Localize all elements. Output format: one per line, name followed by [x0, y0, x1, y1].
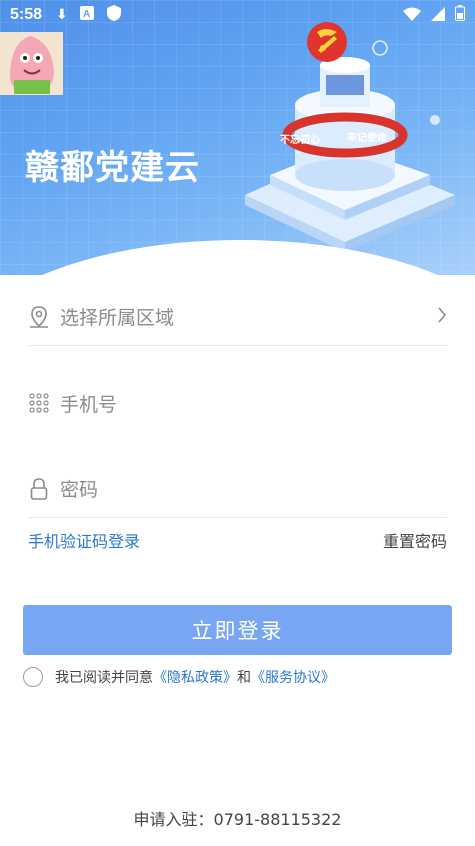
- phone-placeholder: 手机号: [60, 393, 118, 416]
- wifi-icon: [403, 6, 421, 25]
- status-time: 5:58: [10, 6, 43, 23]
- apply-contact: 申请入驻：0791-88115322: [133, 810, 342, 829]
- app-title: 赣鄱党建云: [25, 148, 200, 188]
- agreement-prefix: 我已阅读并同意: [55, 670, 153, 686]
- shield-icon: [106, 4, 122, 26]
- svg-text:A: A: [83, 9, 90, 20]
- reset-password-link[interactable]: 重置密码: [383, 528, 447, 552]
- login-links: 手机验证码登录 重置密码: [28, 528, 447, 552]
- battery-icon: [455, 5, 465, 25]
- phone-input[interactable]: 手机号: [28, 374, 447, 432]
- privacy-policy-link[interactable]: 《隐私政策》: [153, 667, 237, 687]
- font-icon: A: [79, 6, 94, 24]
- lock-icon: [28, 477, 50, 500]
- download-icon: ⬇: [56, 7, 68, 23]
- sms-login-link[interactable]: 手机验证码登录: [28, 528, 140, 552]
- region-placeholder: 选择所属区域: [60, 307, 175, 329]
- region-selector[interactable]: 选择所属区域: [28, 288, 447, 346]
- password-placeholder: 密码: [60, 479, 99, 501]
- agreement-radio[interactable]: [23, 667, 43, 687]
- header-banner: 不忘初心 牢记使命: [0, 0, 475, 275]
- party-building-illustration: 不忘初心 牢记使命: [245, 22, 455, 250]
- location-pin-icon: [28, 305, 50, 328]
- status-bar: 5:58 ⬇ A: [0, 0, 475, 30]
- keypad-icon: [28, 392, 50, 414]
- chevron-right-icon: [437, 306, 447, 328]
- signal-icon: [431, 6, 445, 25]
- login-button[interactable]: 立即登录: [23, 605, 452, 655]
- banner-sign-text-1: 不忘初心: [280, 133, 320, 146]
- agreement-row: 我已阅读并同意 《隐私政策》 和 《服务协议》: [23, 667, 335, 687]
- banner-sign-text-2: 牢记使命: [347, 131, 388, 144]
- service-agreement-link[interactable]: 《服务协议》: [251, 667, 335, 687]
- password-input[interactable]: 密码: [28, 460, 447, 518]
- agreement-and: 和: [237, 670, 251, 686]
- avatar[interactable]: [0, 32, 63, 95]
